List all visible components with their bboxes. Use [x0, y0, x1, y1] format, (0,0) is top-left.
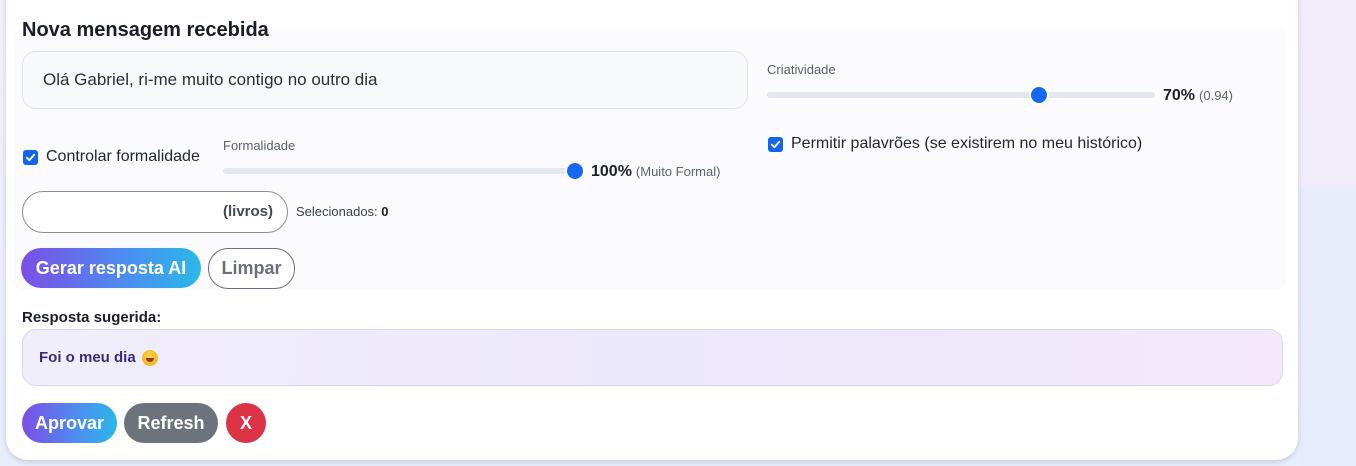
page-title: Nova mensagem recebida	[22, 19, 269, 41]
creativity-percent: 70%	[1163, 87, 1196, 104]
formality-sub: (Muito Formal)	[635, 164, 721, 179]
formality-label: Formalidade	[223, 138, 296, 153]
creativity-track[interactable]	[767, 92, 1155, 98]
laughing-emoji-icon	[141, 349, 158, 366]
response-text: Foi o meu dia	[39, 349, 136, 366]
creativity-sub: (0.94)	[1199, 88, 1233, 103]
selected-count: Selecionados: 0	[296, 204, 389, 219]
formality-thumb[interactable]	[567, 163, 583, 179]
check-icon	[770, 140, 781, 149]
profanity-checkbox-label[interactable]: Permitir palavrões (se existirem no meu …	[791, 135, 1142, 153]
creativity-thumb[interactable]	[1030, 87, 1047, 103]
suggested-response: Foi o meu dia	[22, 329, 1283, 386]
approve-button[interactable]: Aprovar	[22, 403, 117, 443]
received-message-input[interactable]	[22, 51, 748, 109]
formality-checkbox[interactable]	[23, 150, 38, 165]
creativity-value: 70% (0.94)	[1163, 87, 1233, 105]
formality-checkbox-label[interactable]: Controlar formalidade	[46, 148, 200, 166]
formality-value: 100% (Muito Formal)	[591, 163, 720, 181]
generate-ai-button[interactable]: Gerar resposta AI	[21, 248, 201, 288]
refresh-button[interactable]: Refresh	[124, 403, 218, 443]
formality-track[interactable]	[223, 168, 575, 174]
selected-count-value: 0	[381, 204, 389, 219]
response-label: Resposta sugerida:	[22, 309, 162, 326]
formality-percent: 100%	[591, 163, 632, 180]
close-button[interactable]: X	[226, 403, 266, 443]
books-selector[interactable]: (livros)	[22, 191, 288, 233]
clear-button[interactable]: Limpar	[208, 248, 295, 289]
page-background-right	[1300, 0, 1356, 466]
profanity-checkbox[interactable]	[768, 137, 783, 152]
check-icon	[25, 153, 36, 162]
selected-label: Selecionados:	[296, 204, 378, 219]
creativity-label: Criatividade	[767, 62, 836, 77]
